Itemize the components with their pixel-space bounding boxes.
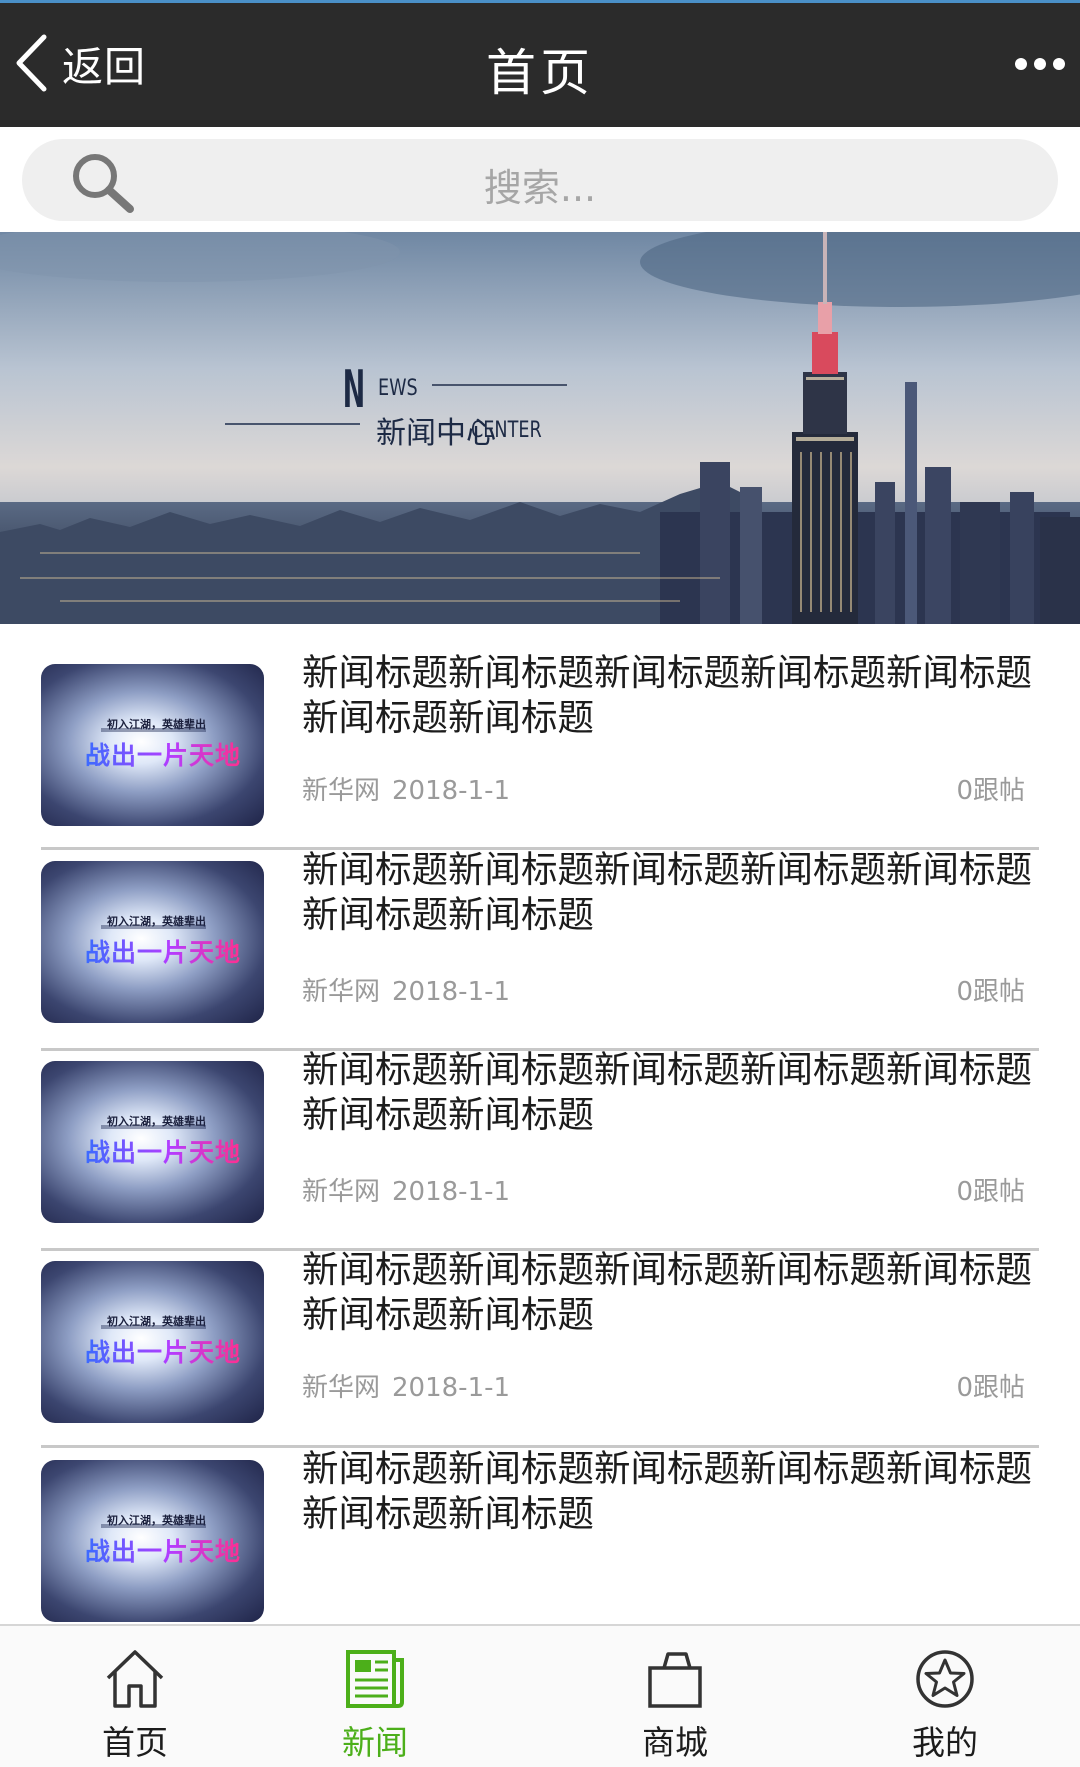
news-icon [346, 1650, 404, 1708]
thumbnail-subline [101, 1125, 206, 1129]
bottom-tab-bar: 首页 新闻 商城 我的 [0, 1624, 1080, 1767]
news-thumbnail: 初入江湖，英雄辈出 战出一片天地 [41, 664, 264, 826]
news-meta: 新华网 2018-1-1 [302, 971, 510, 1008]
thumbnail-subline [101, 925, 206, 929]
news-meta: 新华网 2018-1-1 [302, 770, 510, 807]
search-bar-container: 搜索... [0, 127, 1080, 232]
news-thumbnail: 初入江湖，英雄辈出 战出一片天地 [41, 861, 264, 1023]
news-replies: 0跟帖 [956, 1177, 1025, 1207]
news-item[interactable]: 初入江湖，英雄辈出 战出一片天地 新闻标题新闻标题新闻标题新闻标题新闻标题新闻标… [0, 624, 1080, 850]
news-thumbnail: 初入江湖，英雄辈出 战出一片天地 [41, 1261, 264, 1423]
page-title: 首页 [486, 44, 594, 102]
thumbnail-big-text: 战出一片天地 [85, 1532, 241, 1568]
news-replies: 0跟帖 [956, 1373, 1025, 1403]
news-title[interactable]: 新闻标题新闻标题新闻标题新闻标题新闻标题新闻标题新闻标题 [302, 847, 1042, 937]
tab-mall[interactable]: 商城 [540, 1626, 810, 1767]
top-navigation-bar: 返回 首页 [0, 0, 1080, 127]
news-title[interactable]: 新闻标题新闻标题新闻标题新闻标题新闻标题新闻标题新闻标题 [302, 1446, 1042, 1536]
news-date: 2018-1-1 [392, 977, 511, 1007]
banner-ews: EWS [378, 376, 418, 401]
news-date: 2018-1-1 [392, 776, 511, 806]
news-replies: 0跟帖 [956, 977, 1025, 1007]
home-icon [106, 1650, 164, 1708]
thumbnail-subline [101, 728, 206, 732]
thumbnail-big-text: 战出一片天地 [85, 933, 241, 969]
banner-center: CENTER [471, 418, 542, 443]
news-source: 新华网 [302, 1373, 381, 1403]
shopping-bag-icon [648, 1652, 702, 1708]
thumbnail-big-text: 战出一片天地 [85, 1333, 241, 1369]
news-title[interactable]: 新闻标题新闻标题新闻标题新闻标题新闻标题新闻标题新闻标题 [302, 1047, 1042, 1137]
news-date: 2018-1-1 [392, 1373, 511, 1403]
thumbnail-big-text: 战出一片天地 [85, 736, 241, 772]
news-source: 新华网 [302, 776, 381, 806]
tab-mall-label: 商城 [642, 1723, 708, 1762]
thumbnail-subline [101, 1524, 206, 1528]
more-dots-icon[interactable] [1014, 49, 1066, 79]
search-input[interactable]: 搜索... [22, 139, 1058, 221]
news-source: 新华网 [302, 977, 381, 1007]
news-source: 新华网 [302, 1177, 381, 1207]
news-center-banner[interactable]: N EWS 新闻中心 CENTER [0, 232, 1080, 624]
tab-home-label: 首页 [102, 1723, 168, 1762]
news-list: 初入江湖，英雄辈出 战出一片天地 新闻标题新闻标题新闻标题新闻标题新闻标题新闻标… [0, 624, 1080, 1624]
news-thumbnail: 初入江湖，英雄辈出 战出一片天地 [41, 1460, 264, 1622]
star-circle-icon [916, 1650, 974, 1708]
news-title[interactable]: 新闻标题新闻标题新闻标题新闻标题新闻标题新闻标题新闻标题 [302, 1247, 1042, 1337]
news-meta: 新华网 2018-1-1 [302, 1367, 510, 1404]
thumbnail-subline [101, 1325, 206, 1329]
tab-mine[interactable]: 我的 [810, 1626, 1080, 1767]
tab-mine-label: 我的 [912, 1723, 978, 1762]
news-item[interactable]: 初入江湖，英雄辈出 战出一片天地 新闻标题新闻标题新闻标题新闻标题新闻标题新闻标… [0, 1420, 1080, 1624]
banner-letter-n: N [343, 360, 365, 420]
news-thumbnail: 初入江湖，英雄辈出 战出一片天地 [41, 1061, 264, 1223]
news-date: 2018-1-1 [392, 1177, 511, 1207]
news-item[interactable]: 初入江湖，英雄辈出 战出一片天地 新闻标题新闻标题新闻标题新闻标题新闻标题新闻标… [0, 1221, 1080, 1448]
tab-home[interactable]: 首页 [0, 1626, 270, 1767]
news-title[interactable]: 新闻标题新闻标题新闻标题新闻标题新闻标题新闻标题新闻标题 [302, 650, 1042, 740]
thumbnail-big-text: 战出一片天地 [85, 1133, 241, 1169]
banner-line-bottom [225, 423, 360, 425]
news-meta: 新华网 2018-1-1 [302, 1171, 510, 1208]
news-item[interactable]: 初入江湖，英雄辈出 战出一片天地 新闻标题新闻标题新闻标题新闻标题新闻标题新闻标… [0, 821, 1080, 1051]
news-item[interactable]: 初入江湖，英雄辈出 战出一片天地 新闻标题新闻标题新闻标题新闻标题新闻标题新闻标… [0, 1021, 1080, 1251]
tab-news[interactable]: 新闻 [240, 1626, 510, 1767]
search-placeholder: 搜索... [483, 166, 597, 210]
banner-line-top [432, 384, 567, 386]
news-replies: 0跟帖 [956, 776, 1025, 806]
tab-news-label: 新闻 [342, 1723, 408, 1762]
